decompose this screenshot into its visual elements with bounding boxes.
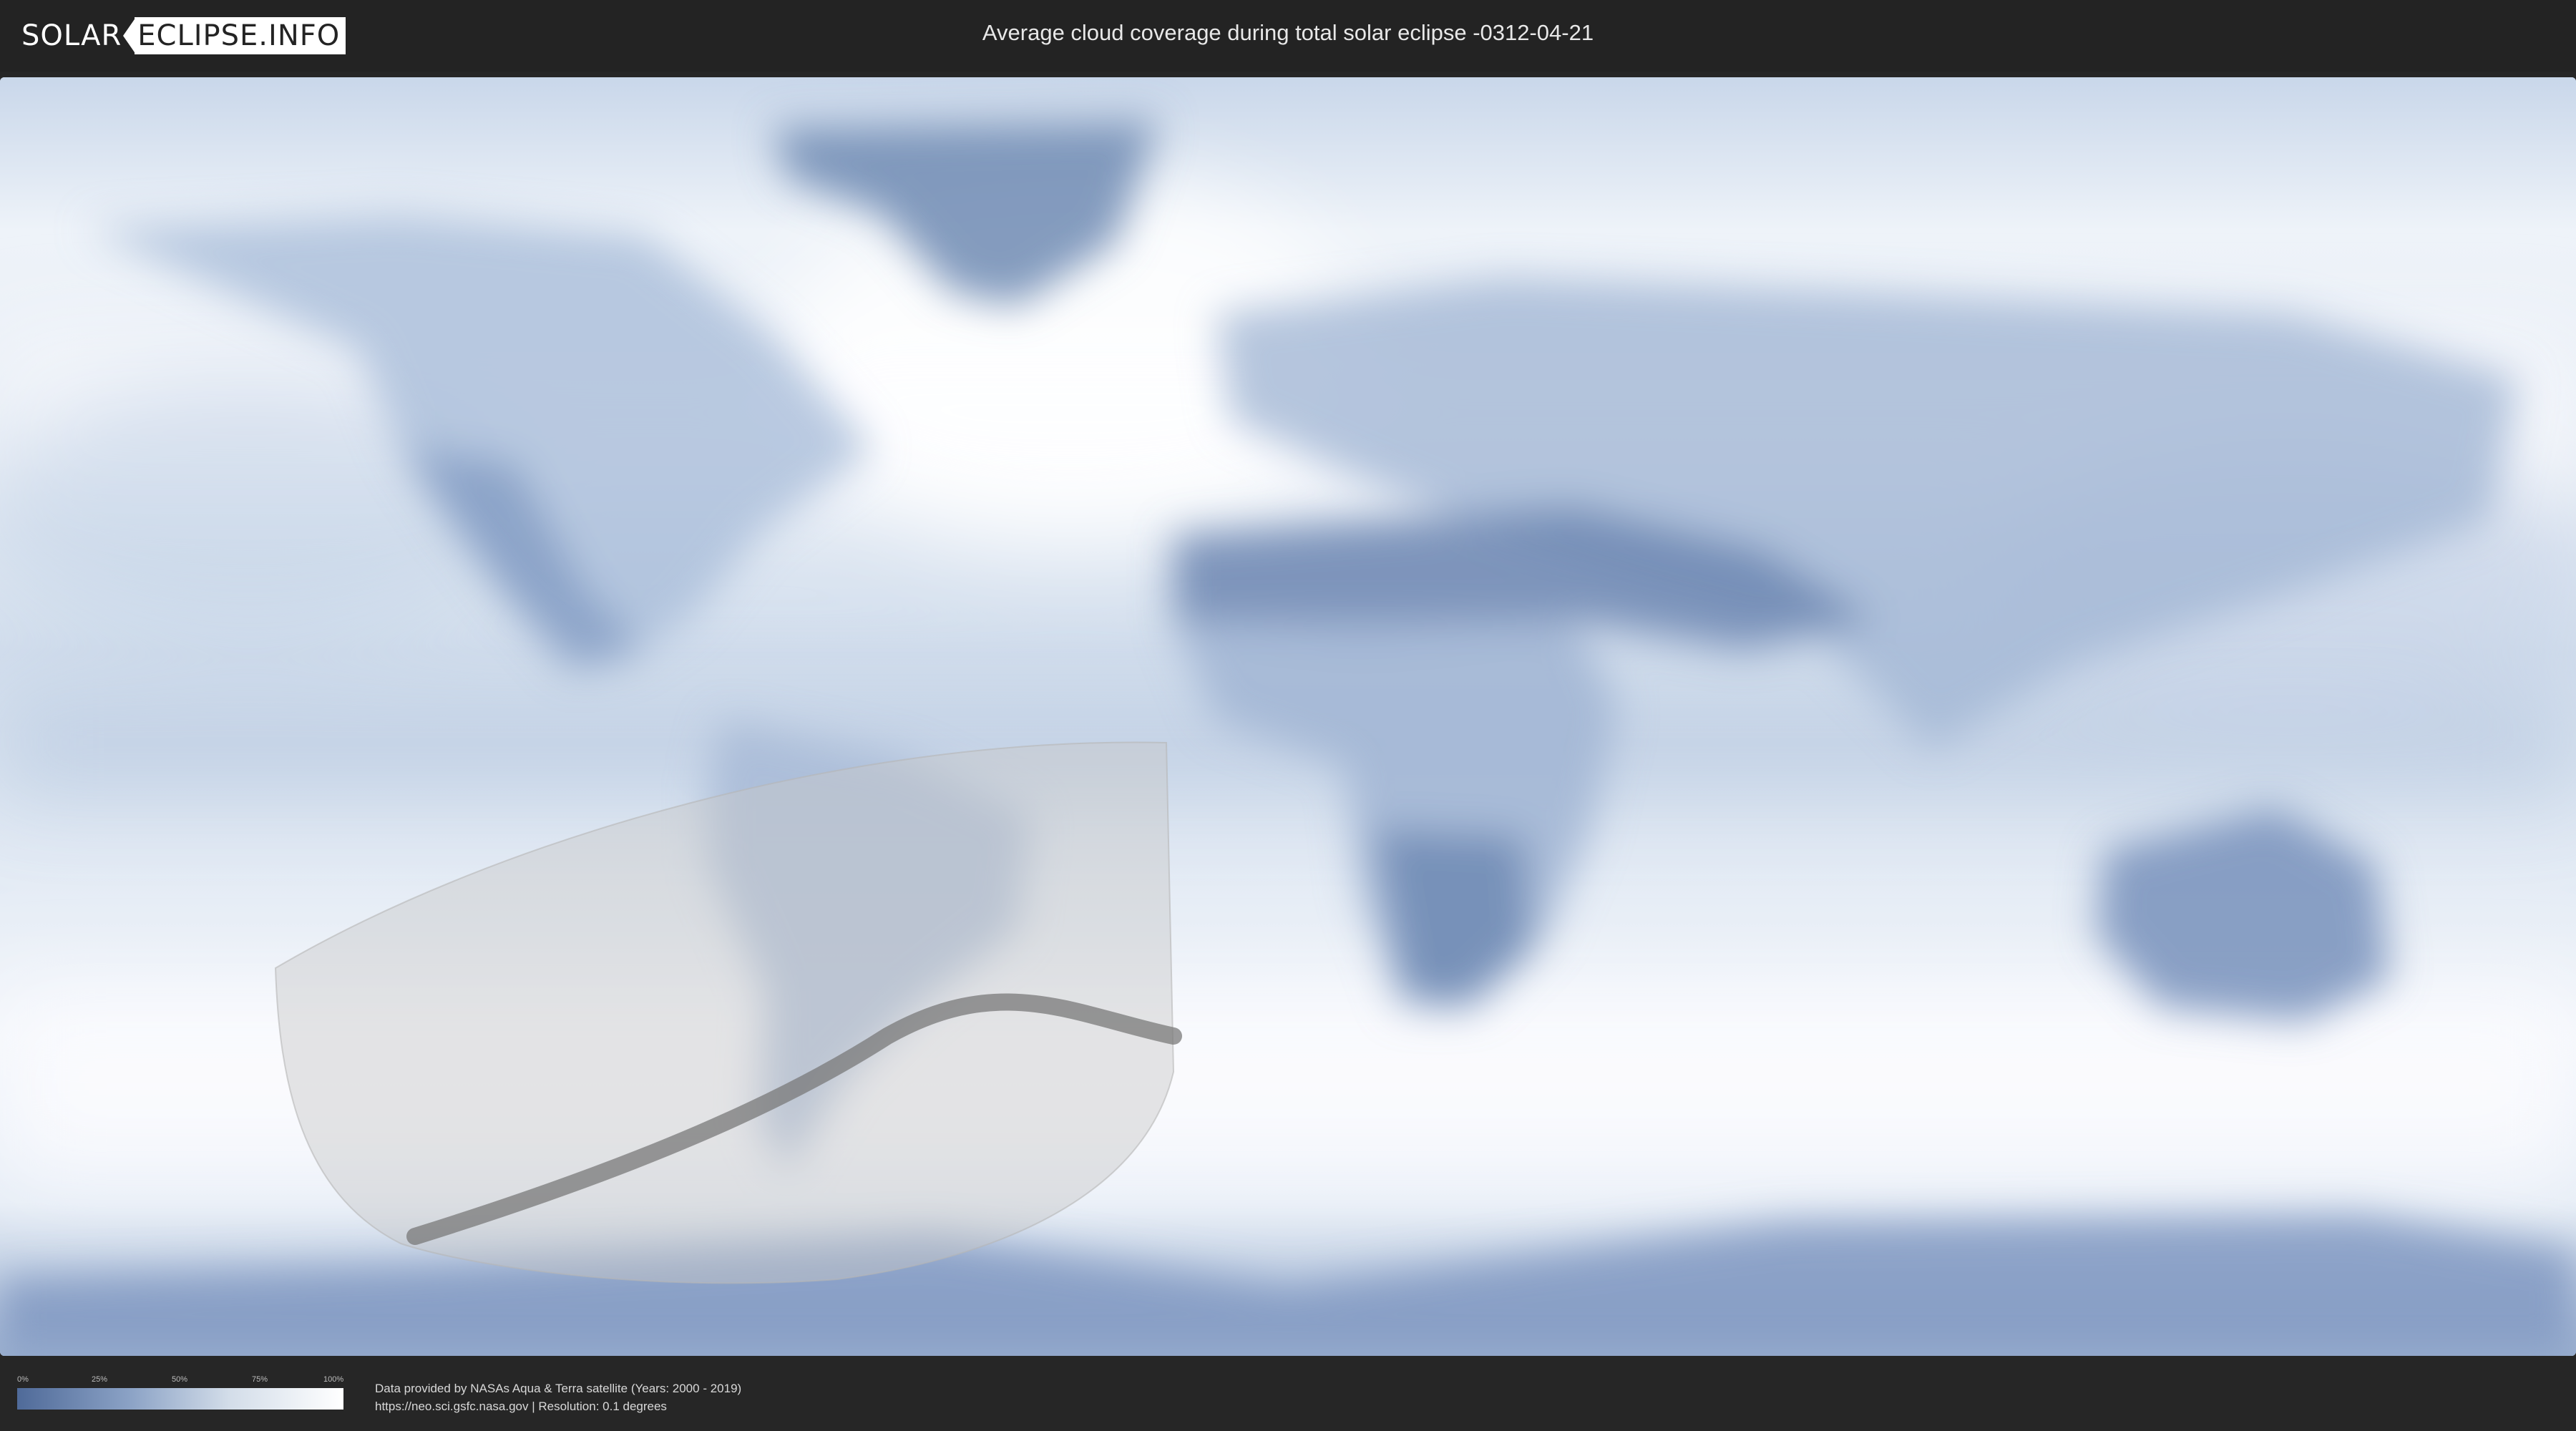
credit-line-url[interactable]: https://neo.sci.gsfc.nasa.gov | Resoluti…	[375, 1397, 741, 1415]
credit-line-source: Data provided by NASAs Aqua & Terra sate…	[375, 1382, 742, 1395]
cloud-coverage-legend: 0% 25% 50% 75% 100%	[17, 1375, 343, 1410]
cloud-coverage-map[interactable]	[0, 77, 2576, 1356]
legend-tick-25: 25%	[92, 1375, 108, 1384]
legend-color-bar	[17, 1388, 343, 1410]
legend-tick-50: 50%	[172, 1375, 188, 1384]
legend-tick-75: 75%	[252, 1375, 268, 1384]
legend-ticks: 0% 25% 50% 75% 100%	[17, 1375, 343, 1387]
page-title: Average cloud coverage during total sola…	[982, 20, 1594, 45]
legend-tick-0: 0%	[17, 1375, 29, 1384]
data-credits: Data provided by NASAs Aqua & Terra sate…	[375, 1379, 741, 1415]
footer-bar: 0% 25% 50% 75% 100% Data provided by NAS…	[0, 1359, 2576, 1431]
legend-tick-100: 100%	[323, 1375, 344, 1384]
world-map-svg	[0, 77, 2576, 1356]
header-bar: SOLAR ECLIPSE.INFO Average cloud coverag…	[0, 0, 2576, 72]
